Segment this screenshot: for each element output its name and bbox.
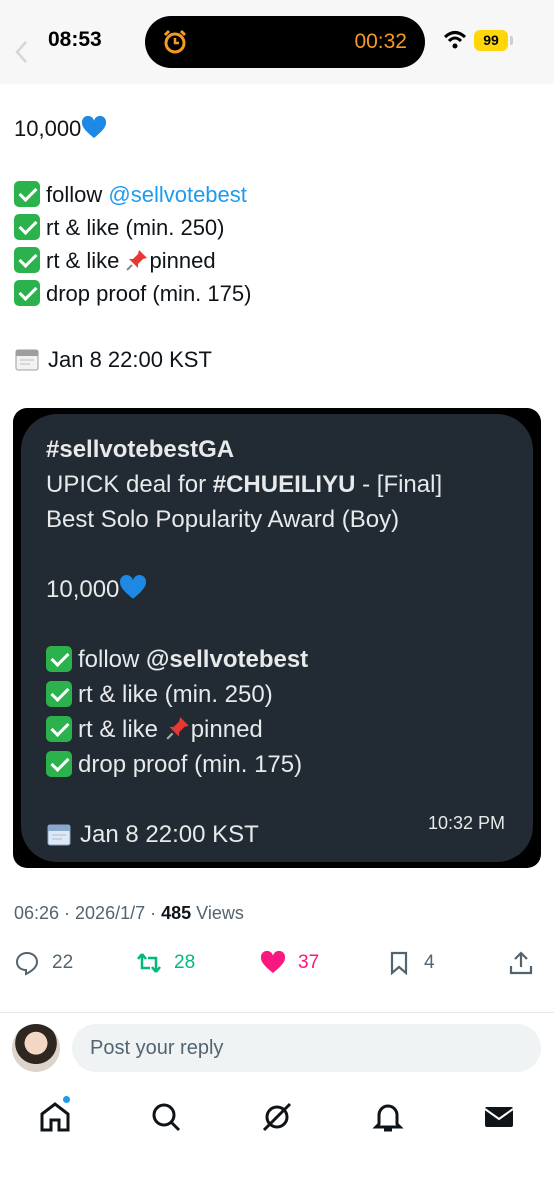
views-count: 485 <box>161 903 192 923</box>
calendar-icon <box>47 824 71 846</box>
check-mark-icon <box>14 280 40 306</box>
check-mark-icon <box>14 247 40 273</box>
dynamic-island[interactable]: 00:32 <box>145 16 425 68</box>
status-bar: 08:53 00:32 99 <box>0 0 554 84</box>
timer-readout: 00:32 <box>354 30 407 53</box>
rt-like-text: rt & like (min. 250) <box>46 215 225 240</box>
media-title-hashtag: #CHUEILIYU <box>212 471 356 498</box>
bell-icon[interactable] <box>371 1100 405 1134</box>
reply-icon <box>15 951 39 976</box>
pushpin-icon <box>166 717 189 740</box>
grok-icon[interactable] <box>260 1100 294 1134</box>
tweet-media-image[interactable]: #sellvotebestGA UPICK deal for #CHUEILIY… <box>13 408 541 868</box>
tweet-count-line: 10,000 <box>14 112 534 145</box>
search-icon[interactable] <box>149 1100 183 1134</box>
status-time: 08:53 <box>48 28 102 51</box>
media-inner-card: #sellvotebestGA UPICK deal for #CHUEILIY… <box>21 414 533 862</box>
mail-icon[interactable] <box>482 1100 516 1134</box>
tweet-timestamp: 06:26 · 2026/1/7 · <box>14 903 162 923</box>
rt-like-pinned-prefix: rt & like <box>46 248 120 273</box>
media-hashtag: #sellvotebestGA <box>46 436 235 463</box>
tweet-pinned-line: rt & like pinned <box>14 244 534 277</box>
media-rt-text: rt & like (min. 250) <box>78 681 273 708</box>
tweet-follow-line: follow @sellvotebest <box>14 178 534 211</box>
alarm-clock-icon <box>163 29 187 54</box>
bookmark-button[interactable]: 4 <box>386 942 435 984</box>
repost-count: 28 <box>174 952 196 973</box>
media-follow-text: follow <box>78 646 140 673</box>
reply-button[interactable]: 22 <box>14 942 73 984</box>
avatar[interactable] <box>12 1024 60 1072</box>
repost-icon <box>137 953 161 973</box>
tweet-actions: 22 28 37 4 <box>0 942 554 984</box>
rt-like-pinned-suffix: pinned <box>149 248 216 273</box>
media-pinned-prefix: rt & like <box>78 716 159 743</box>
media-mention: @sellvotebest <box>146 646 309 673</box>
bookmark-count: 4 <box>424 952 435 973</box>
calendar-icon <box>15 349 39 371</box>
media-count-line: 10,000 <box>46 572 516 607</box>
media-pinned-suffix: pinned <box>190 716 263 743</box>
follow-text: follow <box>46 182 103 207</box>
like-button[interactable]: 37 <box>260 942 319 984</box>
reply-input[interactable]: Post your reply <box>72 1024 541 1072</box>
count-text: 10,000 <box>14 116 82 141</box>
notification-dot <box>62 1095 71 1104</box>
date-text: Jan 8 22:00 KST <box>48 347 212 372</box>
media-proof-line: drop proof (min. 175) <box>46 747 516 782</box>
check-mark-icon <box>46 751 72 777</box>
tweet-rt-line: rt & like (min. 250) <box>14 211 534 244</box>
pushpin-icon <box>126 250 148 271</box>
tweet-proof-line: drop proof (min. 175) <box>14 277 534 310</box>
drop-proof-text: drop proof (min. 175) <box>46 281 252 306</box>
media-count-text: 10,000 <box>46 576 120 603</box>
bottom-nav <box>0 1090 554 1146</box>
tweet-date-line: Jan 8 22:00 KST <box>14 343 534 376</box>
check-mark-icon <box>46 716 72 742</box>
media-title-prefix: UPICK deal for <box>46 471 207 498</box>
battery-icon: 99 <box>474 30 508 51</box>
media-title-line: UPICK deal for #CHUEILIYU - [Final] <box>46 467 516 502</box>
tweet-body: 10,000 follow @sellvotebest rt & like (m… <box>14 112 534 376</box>
back-arrow-icon[interactable] <box>14 40 28 64</box>
home-icon[interactable] <box>38 1100 72 1134</box>
share-button[interactable] <box>508 942 546 984</box>
like-count: 37 <box>298 952 320 973</box>
media-proof-text: drop proof (min. 175) <box>78 751 303 778</box>
media-timestamp: 10:32 PM <box>427 813 505 833</box>
battery-tip <box>510 36 513 45</box>
check-mark-icon <box>14 181 40 207</box>
media-award-line: Best Solo Popularity Award (Boy) <box>46 506 400 533</box>
bookmark-icon <box>390 951 408 976</box>
media-follow-line: follow @sellvotebest <box>46 642 516 677</box>
reply-count: 22 <box>52 952 74 973</box>
views-label: Views <box>191 903 244 923</box>
share-icon <box>509 951 533 975</box>
wifi-icon <box>443 31 467 49</box>
media-title-suffix: - [Final] <box>362 471 443 498</box>
media-text: #sellvotebestGA UPICK deal for #CHUEILIY… <box>46 432 516 852</box>
mention-link[interactable]: @sellvotebest <box>108 182 247 207</box>
media-pinned-line: rt & like pinned <box>46 712 516 747</box>
media-date-text: Jan 8 22:00 KST <box>80 821 259 848</box>
repost-button[interactable]: 28 <box>136 942 195 984</box>
blue-heart-icon <box>82 116 107 138</box>
media-rt-line: rt & like (min. 250) <box>46 677 516 712</box>
tweet-meta: 06:26 · 2026/1/7 · 485 Views <box>14 903 244 924</box>
heart-filled-icon <box>260 950 286 973</box>
check-mark-icon <box>46 646 72 672</box>
divider <box>0 1012 554 1013</box>
check-mark-icon <box>46 681 72 707</box>
check-mark-icon <box>14 214 40 240</box>
blue-heart-icon <box>120 575 147 599</box>
media-hashtag-line: #sellvotebestGA <box>46 432 516 467</box>
